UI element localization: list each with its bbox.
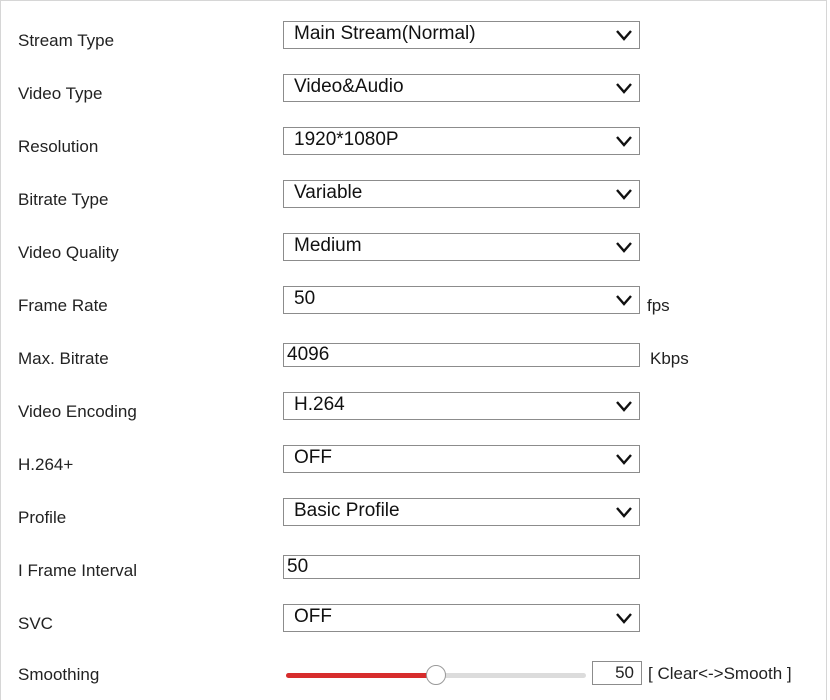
resolution-select[interactable]: 1920*1080P: [283, 127, 640, 155]
stream-type-label: Stream Type: [18, 31, 115, 50]
smoothing-slider[interactable]: [286, 665, 586, 685]
bitrate-type-value: Variable: [294, 182, 363, 203]
svc-select[interactable]: OFF: [283, 604, 640, 632]
resolution-value: 1920*1080P: [294, 129, 399, 150]
smoothing-slider-thumb[interactable]: [426, 665, 446, 685]
video-encoding-value: H.264: [294, 394, 345, 415]
video-quality-label: Video Quality: [18, 243, 119, 262]
row-video-encoding: Video Encoding H.264: [1, 388, 830, 432]
h264-plus-label: H.264+: [18, 455, 74, 474]
profile-label: Profile: [18, 508, 67, 527]
chevron-down-icon: [616, 295, 632, 306]
svc-value: OFF: [294, 606, 332, 627]
chevron-down-icon: [616, 136, 632, 147]
chevron-down-icon: [616, 242, 632, 253]
max-bitrate-value: 4096: [287, 344, 330, 365]
row-bitrate-type: Bitrate Type Variable: [1, 176, 830, 220]
bitrate-type-select[interactable]: Variable: [283, 180, 640, 208]
frame-rate-label: Frame Rate: [18, 296, 108, 315]
smoothing-legend: [ Clear<->Smooth ]: [648, 664, 792, 683]
row-i-frame-interval: I Frame Interval 50: [1, 547, 830, 591]
chevron-down-icon: [616, 401, 632, 412]
row-h264-plus: H.264+ OFF: [1, 441, 830, 485]
chevron-down-icon: [616, 189, 632, 200]
chevron-down-icon: [616, 83, 632, 94]
video-quality-value: Medium: [294, 235, 362, 256]
row-max-bitrate: Max. Bitrate 4096 Kbps: [1, 335, 830, 379]
svc-label: SVC: [18, 614, 53, 633]
h264-plus-select[interactable]: OFF: [283, 445, 640, 473]
chevron-down-icon: [616, 613, 632, 624]
smoothing-value-input[interactable]: 50: [592, 661, 642, 685]
video-type-select[interactable]: Video&Audio: [283, 74, 640, 102]
smoothing-label: Smoothing: [18, 665, 100, 684]
video-encoding-select[interactable]: H.264: [283, 392, 640, 420]
video-quality-select[interactable]: Medium: [283, 233, 640, 261]
row-stream-type: Stream Type Main Stream(Normal): [1, 17, 830, 61]
settings-panel: Stream Type Main Stream(Normal) Video Ty…: [0, 0, 827, 700]
row-svc: SVC OFF: [1, 600, 830, 644]
stream-type-value: Main Stream(Normal): [294, 23, 476, 44]
row-profile: Profile Basic Profile: [1, 494, 830, 538]
row-resolution: Resolution 1920*1080P: [1, 123, 830, 167]
max-bitrate-label: Max. Bitrate: [18, 349, 109, 368]
chevron-down-icon: [616, 30, 632, 41]
profile-value: Basic Profile: [294, 500, 400, 521]
video-type-value: Video&Audio: [294, 76, 404, 97]
max-bitrate-input[interactable]: 4096: [283, 343, 640, 367]
profile-select[interactable]: Basic Profile: [283, 498, 640, 526]
frame-rate-value: 50: [294, 288, 316, 309]
row-smoothing: Smoothing 50 [ Clear<->Smooth ]: [1, 651, 830, 695]
video-encoding-label: Video Encoding: [18, 402, 137, 421]
chevron-down-icon: [616, 454, 632, 465]
stream-type-select[interactable]: Main Stream(Normal): [283, 21, 640, 49]
max-bitrate-unit: Kbps: [650, 349, 689, 368]
i-frame-interval-value: 50: [287, 556, 309, 577]
h264-plus-value: OFF: [294, 447, 332, 468]
row-frame-rate: Frame Rate 50 fps: [1, 282, 830, 326]
chevron-down-icon: [616, 507, 632, 518]
video-type-label: Video Type: [18, 84, 103, 103]
resolution-label: Resolution: [18, 137, 99, 156]
i-frame-interval-input[interactable]: 50: [283, 555, 640, 579]
i-frame-interval-label: I Frame Interval: [18, 561, 138, 580]
smoothing-slider-fill: [286, 673, 436, 678]
row-video-type: Video Type Video&Audio: [1, 70, 830, 114]
frame-rate-unit: fps: [647, 296, 670, 315]
frame-rate-select[interactable]: 50: [283, 286, 640, 314]
bitrate-type-label: Bitrate Type: [18, 190, 109, 209]
row-video-quality: Video Quality Medium: [1, 229, 830, 273]
